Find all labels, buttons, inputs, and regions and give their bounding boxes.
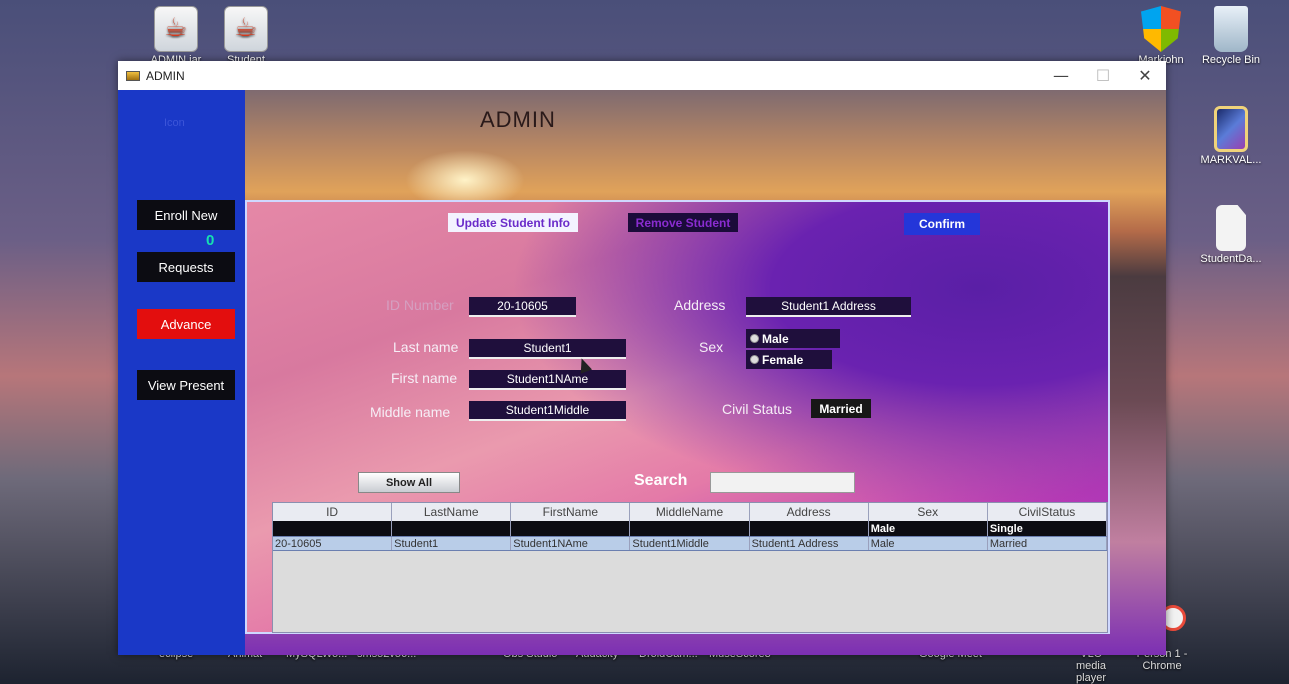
column-header[interactable]: ID — [273, 503, 393, 521]
enroll-new-button[interactable]: Enroll New — [137, 200, 235, 230]
window-titlebar[interactable]: ADMIN — ☐ ✕ — [118, 61, 1166, 90]
id-number-field[interactable]: 20-10605 — [469, 297, 576, 317]
sex-label: Sex — [699, 339, 724, 355]
desktop-icon-label: StudentDa... — [1200, 253, 1262, 265]
civil-status-select[interactable]: Married — [811, 399, 871, 418]
column-header[interactable]: Address — [750, 503, 869, 521]
student-form-panel: Update Student Info Remove Student Confi… — [245, 200, 1110, 634]
view-present-button[interactable]: View Present — [137, 370, 235, 400]
middle-name-label: Middle name — [370, 404, 451, 420]
table-cell — [392, 521, 512, 536]
table-cell: Student1 — [392, 537, 512, 550]
table-cell — [750, 521, 869, 536]
first-name-field[interactable]: Student1NAme — [469, 370, 626, 390]
radio-icon — [750, 334, 759, 343]
update-student-info-button[interactable]: Update Student Info — [448, 213, 578, 232]
table-cell: Single — [988, 521, 1107, 536]
show-all-button[interactable]: Show All — [358, 472, 460, 493]
admin-window: ADMIN — ☐ ✕ Icon Enroll New 0 Requests A… — [118, 61, 1166, 655]
column-header[interactable]: MiddleName — [630, 503, 750, 521]
id-number-label: ID Number — [386, 297, 454, 313]
table-header: ID LastName FirstName MiddleName Address… — [273, 503, 1107, 521]
male-radio-label: Male — [762, 331, 789, 346]
advance-button[interactable]: Advance — [137, 309, 235, 339]
search-label: Search — [634, 472, 688, 489]
java-icon — [154, 6, 198, 52]
requests-button[interactable]: Requests — [137, 252, 235, 282]
last-name-field[interactable]: Student1 — [469, 339, 626, 359]
table-cell: Student1 Address — [750, 537, 869, 550]
column-header[interactable]: CivilStatus — [988, 503, 1107, 521]
table-row[interactable]: Male Single — [273, 521, 1107, 536]
main-content: ADMIN Update Student Info Remove Student… — [245, 90, 1166, 655]
table-cell — [511, 521, 631, 536]
folder-icon — [1214, 106, 1248, 152]
close-button[interactable]: ✕ — [1124, 66, 1166, 85]
desktop-icon-markval[interactable]: MARKVAL... — [1191, 106, 1271, 166]
desktop-icon-label: MARKVAL... — [1200, 154, 1262, 166]
column-header[interactable]: Sex — [869, 503, 988, 521]
table-cell — [630, 521, 750, 536]
remove-student-button[interactable]: Remove Student — [628, 213, 738, 232]
male-radio[interactable]: Male — [746, 329, 840, 348]
java-icon — [224, 6, 268, 52]
desktop-icon-studentdata[interactable]: StudentDa... — [1191, 205, 1271, 265]
desktop-icon-student[interactable]: Student — [206, 6, 286, 66]
table-cell: Male — [869, 537, 988, 550]
search-input[interactable] — [710, 472, 855, 493]
desktop-icon-markjohn[interactable]: Markjohn — [1121, 6, 1201, 66]
confirm-button[interactable]: Confirm — [904, 213, 980, 235]
students-table: ID LastName FirstName MiddleName Address… — [272, 502, 1108, 633]
desktop-icon-label: Recycle Bin — [1201, 54, 1261, 66]
female-radio[interactable]: Female — [746, 350, 832, 369]
radio-icon — [750, 355, 759, 364]
sidebar-icon-placeholder: Icon — [164, 117, 185, 129]
maximize-button[interactable]: ☐ — [1082, 66, 1124, 85]
middle-name-field[interactable]: Student1Middle — [469, 401, 626, 421]
desktop-icon-admin-jar[interactable]: ADMIN.jar — [136, 6, 216, 66]
table-cell — [273, 521, 393, 536]
app-icon — [126, 70, 140, 81]
table-row[interactable]: 20-10605 Student1 Student1NAme Student1M… — [273, 536, 1107, 551]
request-count-badge: 0 — [206, 232, 215, 249]
table-cell: Male — [869, 521, 988, 536]
last-name-label: Last name — [393, 339, 459, 355]
desktop-icon-recycle-bin[interactable]: Recycle Bin — [1191, 6, 1271, 66]
column-header[interactable]: LastName — [392, 503, 512, 521]
table-cell: Student1NAme — [511, 537, 631, 550]
file-icon — [1216, 205, 1246, 251]
civil-status-label: Civil Status — [722, 401, 793, 417]
table-cell: 20-10605 — [273, 537, 393, 550]
address-label: Address — [674, 297, 726, 313]
table-cell: Student1Middle — [630, 537, 750, 550]
minimize-button[interactable]: — — [1040, 66, 1082, 85]
female-radio-label: Female — [762, 352, 804, 367]
table-cell: Married — [988, 537, 1107, 550]
first-name-label: First name — [391, 370, 458, 386]
window-title: ADMIN — [146, 68, 185, 83]
recycle-bin-icon — [1214, 6, 1248, 52]
column-header[interactable]: FirstName — [511, 503, 631, 521]
address-field[interactable]: Student1 Address — [746, 297, 911, 317]
sidebar: Icon Enroll New 0 Requests Advance View … — [118, 90, 245, 655]
shield-icon — [1141, 6, 1181, 52]
page-title: ADMIN — [480, 107, 556, 132]
